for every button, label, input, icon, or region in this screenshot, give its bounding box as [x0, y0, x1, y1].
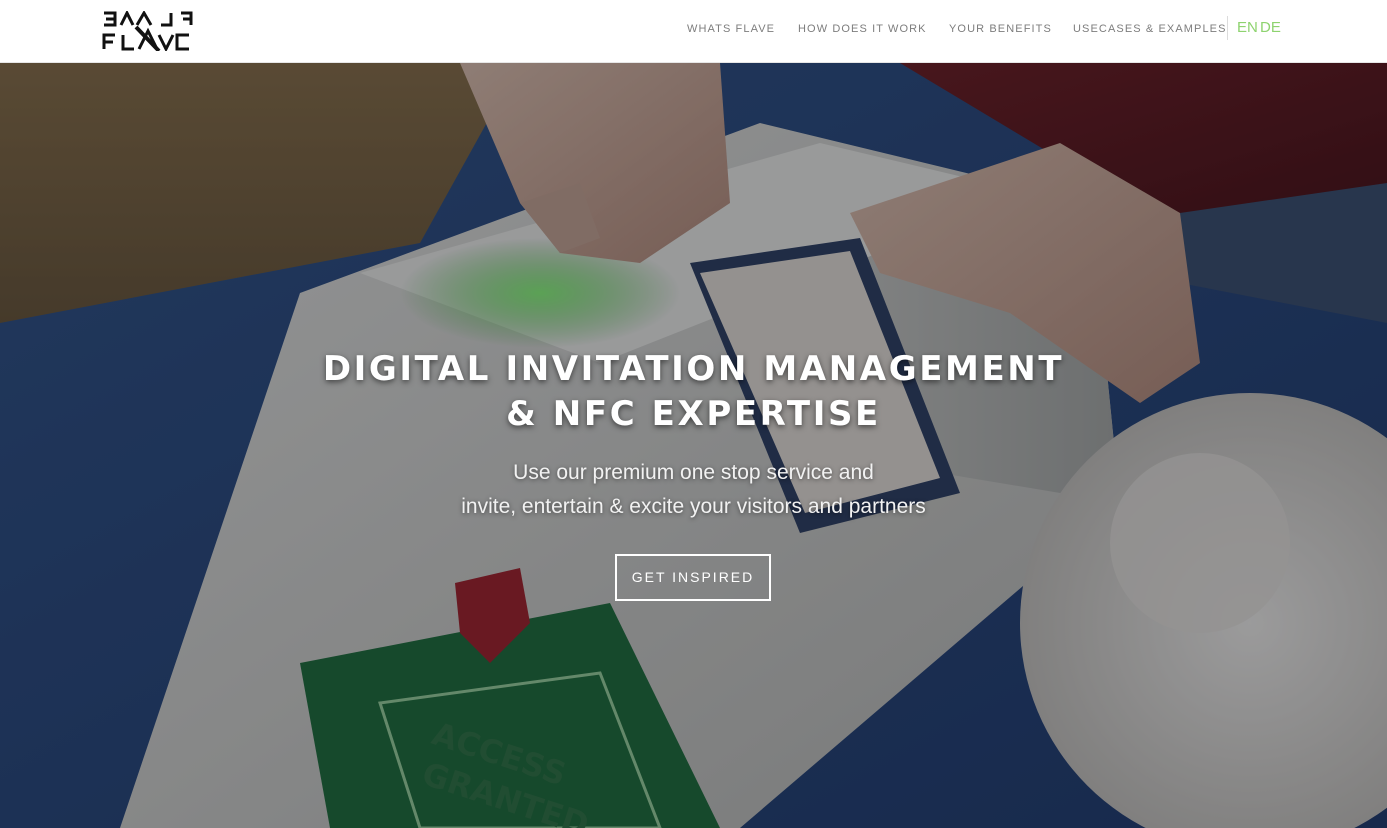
hero-title-line1: DIGITAL INVITATION MANAGEMENT — [322, 349, 1065, 389]
hero-subtitle-line1: Use our premium one stop service and — [513, 461, 874, 484]
language-de-link[interactable]: DE — [1260, 18, 1281, 38]
get-inspired-button[interactable]: GET INSPIRED — [615, 554, 771, 601]
top-navbar: WHATS FLAVE HOW DOES IT WORK YOUR BENEFI… — [0, 0, 1387, 63]
flave-logo[interactable] — [101, 11, 215, 51]
nav-item-how-does-it-work[interactable]: HOW DOES IT WORK — [798, 21, 927, 37]
hero-subtitle-line2: invite, entertain & excite your visitors… — [461, 495, 926, 518]
nav-item-usecases[interactable]: USECASES & EXAMPLES — [1073, 21, 1227, 37]
nav-item-whats-flave[interactable]: WHATS FLAVE — [687, 21, 775, 37]
hero-title-line2: & NFC EXPERTISE — [506, 394, 881, 434]
nav-item-your-benefits[interactable]: YOUR BENEFITS — [949, 21, 1052, 37]
logo-mark-icon — [102, 11, 193, 51]
hero-section: ACCESS GRANTED DIGITAL INVITATION MANAGE… — [0, 63, 1387, 828]
hero-overlay — [0, 63, 1387, 828]
nav-divider — [1227, 16, 1228, 40]
language-en-link[interactable]: EN — [1237, 18, 1258, 38]
